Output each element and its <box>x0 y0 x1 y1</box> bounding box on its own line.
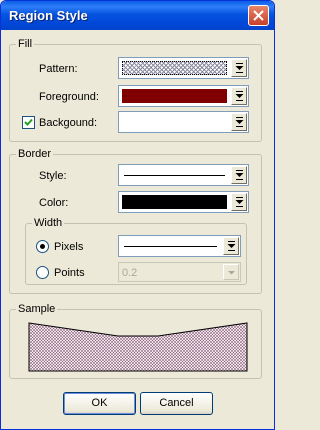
border-color-dropdown-button[interactable] <box>231 193 247 211</box>
border-legend: Border <box>18 148 52 160</box>
checkmark-icon <box>24 118 33 126</box>
close-icon <box>253 10 264 21</box>
background-dropdown-button[interactable] <box>231 113 247 131</box>
background-label: Backgound: <box>39 117 98 129</box>
dropdown-arrow-icon <box>235 117 244 127</box>
line-style-swatch <box>122 168 227 182</box>
style-label: Style: <box>39 170 67 182</box>
foreground-label: Foreground: <box>39 91 99 103</box>
dropdown-arrow-icon <box>235 91 244 101</box>
points-label: Points <box>54 267 85 279</box>
dropdown-arrow-icon <box>228 271 235 275</box>
border-style-select[interactable] <box>118 164 249 186</box>
color-label: Color: <box>39 197 69 209</box>
border-color-select[interactable] <box>118 191 249 213</box>
pixels-radio[interactable] <box>36 240 49 253</box>
title-bar[interactable]: Region Style <box>1 1 274 30</box>
pixel-line-swatch <box>122 239 219 253</box>
foreground-dropdown-button[interactable] <box>231 87 247 105</box>
window-title: Region Style <box>9 8 88 23</box>
cancel-button[interactable]: Cancel <box>140 392 213 415</box>
pixel-width-dropdown-button[interactable] <box>223 237 239 255</box>
fill-legend: Fill <box>18 38 33 50</box>
points-value: 0.2 <box>122 267 138 279</box>
sample-legend: Sample <box>18 303 56 315</box>
pattern-label: Pattern: <box>39 63 78 75</box>
region-style-dialog: Region Style Fill Pattern: Foreground: B… <box>0 0 275 430</box>
width-legend: Width <box>34 217 63 229</box>
close-button[interactable] <box>248 5 269 26</box>
background-swatch <box>122 115 227 129</box>
foreground-color-select[interactable] <box>118 85 249 107</box>
sample-preview <box>28 322 248 372</box>
pixels-label: Pixels <box>54 241 84 253</box>
ok-button[interactable]: OK <box>63 392 136 415</box>
points-width-select[interactable]: 0.2 <box>118 262 241 282</box>
pattern-select[interactable] <box>118 57 249 79</box>
background-checkbox[interactable] <box>22 116 35 129</box>
pattern-swatch <box>122 61 227 75</box>
border-color-swatch <box>122 195 227 209</box>
dropdown-arrow-icon <box>235 197 244 207</box>
border-style-dropdown-button[interactable] <box>231 166 247 184</box>
foreground-swatch <box>122 89 227 103</box>
radio-selected-dot <box>40 244 45 249</box>
dropdown-arrow-icon <box>235 170 244 180</box>
background-color-select[interactable] <box>118 111 249 133</box>
dropdown-arrow-icon <box>227 241 236 251</box>
dropdown-arrow-icon <box>235 63 244 73</box>
points-radio[interactable] <box>36 266 49 279</box>
pattern-dropdown-button[interactable] <box>231 59 247 77</box>
points-dropdown-button[interactable] <box>223 264 239 280</box>
pixel-width-select[interactable] <box>118 235 241 257</box>
